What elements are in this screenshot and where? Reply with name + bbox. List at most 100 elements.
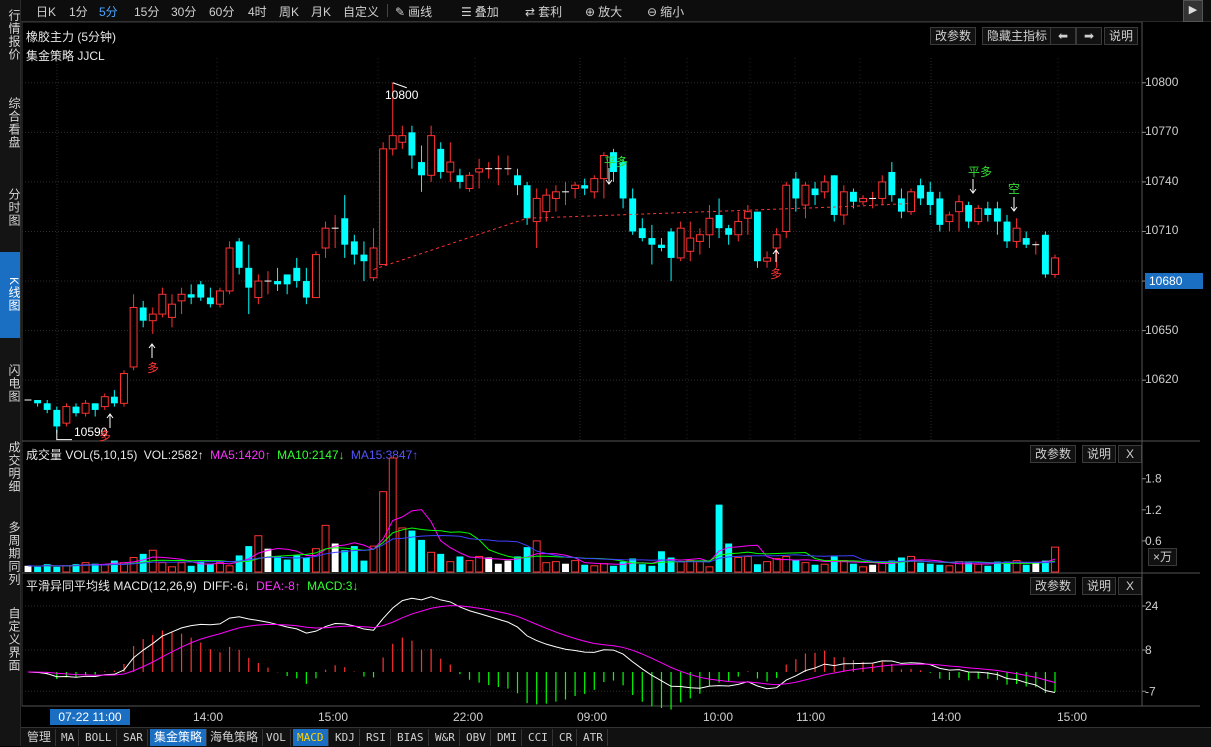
time-tick-label: 15:00 xyxy=(318,710,349,724)
volume-bar xyxy=(869,564,877,572)
indicator-tab-集金策略[interactable]: 集金策略 xyxy=(150,729,208,746)
volume-bar xyxy=(283,559,291,572)
candle-down xyxy=(658,244,665,248)
volume-bar xyxy=(53,566,61,572)
indicator-tab-SAR[interactable]: SAR xyxy=(119,729,148,746)
indicator-tab-CCI[interactable]: CCI xyxy=(524,729,553,746)
candle-up xyxy=(676,227,685,259)
indicator-tab-VOL[interactable]: VOL xyxy=(262,729,291,746)
volume-bar xyxy=(705,566,714,573)
candle-down xyxy=(926,191,934,206)
candle-down xyxy=(993,208,1001,222)
volume-bar xyxy=(254,535,263,573)
volume-bar xyxy=(801,562,810,573)
candle-down xyxy=(274,281,282,285)
candle-up xyxy=(168,303,176,318)
volume-bar xyxy=(917,562,925,572)
indicator-tab-KDJ[interactable]: KDJ xyxy=(331,729,360,746)
candle-down xyxy=(965,205,973,222)
indicator-tab-CR[interactable]: CR xyxy=(555,729,578,746)
volume-bar xyxy=(936,564,944,572)
candle-up xyxy=(311,254,320,299)
volume-bar xyxy=(897,557,905,572)
volume-bar xyxy=(743,555,752,573)
indicator-tab-MACD[interactable]: MACD xyxy=(293,729,329,746)
indicator-tab-DMI[interactable]: DMI xyxy=(493,729,522,746)
candle-up xyxy=(820,181,829,193)
indicator-tabs: 管理 MA BOLL SAR 集金策略 海龟策略 VOL MACD KDJ RSI BIAS W&R O… xyxy=(21,727,1211,747)
candle-down xyxy=(43,403,51,410)
candle-up xyxy=(801,184,810,206)
indicator-tab-BOLL[interactable]: BOLL xyxy=(81,729,117,746)
volume-bar xyxy=(504,560,512,572)
volume-bar xyxy=(81,562,90,573)
volume-bar xyxy=(34,566,42,572)
volume-bar xyxy=(274,556,282,572)
candle-down xyxy=(235,241,243,268)
candle-down xyxy=(1041,234,1049,275)
candle-up xyxy=(743,211,752,219)
candle-down xyxy=(725,228,733,235)
indicator-tab-OBV[interactable]: OBV xyxy=(462,729,491,746)
volume-bar xyxy=(341,550,349,572)
indicator-tab-RSI[interactable]: RSI xyxy=(362,729,391,746)
volume-bar xyxy=(187,565,195,572)
volume-bar xyxy=(494,563,502,572)
indicator-tab-管理[interactable]: 管理 xyxy=(23,729,57,746)
candle-up xyxy=(590,178,599,193)
candle-up xyxy=(321,227,330,249)
price-tick-label: 10740 xyxy=(1145,173,1179,188)
candle-up xyxy=(571,184,580,190)
candle-down xyxy=(197,284,205,298)
volume-tick-label: 1.8 xyxy=(1145,472,1162,486)
indicator-tab-MA[interactable]: MA xyxy=(57,729,80,746)
time-tick-label: 15:00 xyxy=(1057,710,1088,724)
close-long-signal-label: 平多 xyxy=(604,155,628,169)
volume-bar xyxy=(581,564,589,572)
candle-down xyxy=(34,400,42,404)
candle-up xyxy=(1012,227,1021,242)
volume-bar xyxy=(676,561,685,573)
indicator-tab-W&R[interactable]: W&R xyxy=(431,729,460,746)
candle-up xyxy=(369,247,378,279)
volume-bar xyxy=(599,563,608,573)
volume-bar xyxy=(62,565,71,573)
price-tick-label: 10650 xyxy=(1145,322,1179,337)
candle-up xyxy=(100,396,109,408)
macd-tick-label: 24 xyxy=(1145,599,1159,613)
volume-bar xyxy=(446,561,455,573)
low-marker xyxy=(56,429,72,441)
volume-bar xyxy=(830,556,838,572)
macd-tick-label: 8 xyxy=(1145,643,1152,657)
kline-chart[interactable]: 1080010590多多平多多平多空1.81.20.6248-7 xyxy=(0,0,1211,746)
volume-bar xyxy=(177,562,186,573)
volume-bar xyxy=(427,551,436,573)
candle-up xyxy=(705,217,714,236)
buy-signal-label: 多 xyxy=(99,429,111,443)
candle-down xyxy=(888,172,896,196)
volume-bar xyxy=(811,564,819,572)
candle-down xyxy=(523,185,531,219)
candle-up xyxy=(695,234,704,242)
indicator-tab-ATR[interactable]: ATR xyxy=(579,729,608,746)
volume-bar xyxy=(388,457,397,573)
volume-bar xyxy=(629,558,637,572)
volume-bar xyxy=(551,561,560,573)
volume-bar xyxy=(485,557,493,572)
buy-signal-label: 多 xyxy=(770,267,782,281)
volume-bar xyxy=(456,556,464,572)
price-tick-label: 10800 xyxy=(1145,74,1179,89)
volume-bar xyxy=(437,553,445,572)
volume-bar xyxy=(974,563,983,573)
candle-up xyxy=(974,207,983,223)
volume-bar xyxy=(264,548,272,572)
indicator-tab-海龟策略[interactable]: 海龟策略 xyxy=(206,729,264,746)
volume-bar xyxy=(110,560,118,572)
volume-bar xyxy=(695,561,704,573)
candle-up xyxy=(907,191,915,213)
indicator-tab-BIAS[interactable]: BIAS xyxy=(393,729,429,746)
volume-bar xyxy=(734,556,743,573)
candle-up xyxy=(446,161,455,173)
close-long-signal-label: 平多 xyxy=(968,165,992,179)
candle-up xyxy=(148,313,157,322)
